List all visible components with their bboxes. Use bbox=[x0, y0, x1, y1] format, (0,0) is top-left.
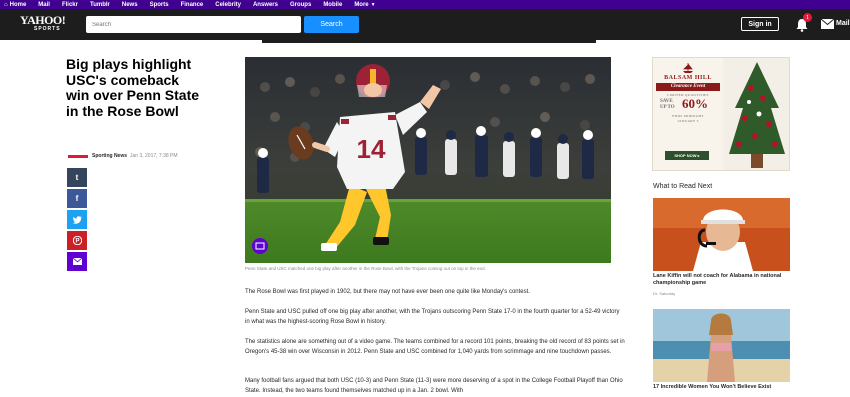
nav-news[interactable]: News bbox=[122, 2, 138, 8]
article-hero-image: 14 bbox=[245, 57, 611, 263]
article-paragraph: Many football fans argued that both USC … bbox=[245, 378, 623, 394]
story-thumbnail[interactable] bbox=[653, 198, 790, 271]
byline: Sporting News Jan 3, 2017, 7:38 PM bbox=[68, 153, 178, 159]
mail-icon[interactable] bbox=[821, 19, 834, 29]
nav-mail[interactable]: Mail bbox=[38, 2, 50, 8]
ad-date: JANUARY 3 bbox=[677, 119, 699, 123]
search-input[interactable] bbox=[86, 16, 301, 33]
christmas-tree-image bbox=[723, 58, 789, 170]
shop-now-button[interactable]: SHOP NOW ▸ bbox=[665, 151, 709, 160]
svg-text:P: P bbox=[75, 239, 79, 245]
publish-date: Jan 3, 2017, 7:38 PM bbox=[130, 153, 178, 159]
site-header: YAHOO! SPORTS Search Sign in 1 Mail bbox=[0, 9, 850, 40]
nav-celebrity[interactable]: Celebrity bbox=[215, 2, 241, 8]
share-twitter-button[interactable] bbox=[67, 210, 87, 229]
tumblr-icon: t bbox=[75, 173, 79, 182]
notification-badge: 1 bbox=[803, 13, 812, 22]
ad-save-label: SAVE UP TO bbox=[660, 99, 675, 110]
twitter-icon bbox=[72, 215, 82, 224]
article-paragraph: The statistics alone are something out o… bbox=[245, 339, 625, 355]
nav-mobile[interactable]: Mobile bbox=[323, 2, 342, 8]
nav-finance[interactable]: Finance bbox=[181, 2, 204, 8]
article-headline: Big plays highlight USC's comeback win o… bbox=[66, 56, 200, 119]
nav-tumblr[interactable]: Tumblr bbox=[90, 2, 110, 8]
share-facebook-button[interactable]: f bbox=[67, 189, 87, 208]
ad-event-banner: Clearance Event bbox=[656, 83, 720, 91]
email-icon bbox=[72, 258, 82, 265]
advertisement-balsam-hill[interactable]: BALSAM HILL Clearance Event LIMITED QUAN… bbox=[652, 57, 790, 171]
gallery-icon[interactable] bbox=[252, 238, 268, 254]
ad-brand: BALSAM HILL bbox=[664, 75, 712, 81]
mail-link[interactable]: Mail bbox=[836, 20, 850, 27]
image-caption: Penn State and USC matched one big play … bbox=[245, 266, 486, 271]
nav-more[interactable]: More ▼ bbox=[354, 2, 375, 8]
sign-in-button[interactable]: Sign in bbox=[741, 17, 779, 31]
search-button[interactable]: Search bbox=[304, 16, 359, 33]
ad-copy: BALSAM HILL Clearance Event LIMITED QUAN… bbox=[653, 58, 723, 170]
home-icon: ⌂ bbox=[4, 1, 8, 8]
nav-home[interactable]: ⌂ Home bbox=[4, 2, 26, 8]
chevron-down-icon: ▼ bbox=[370, 1, 376, 8]
yahoo-sports-logo[interactable]: YAHOO! SPORTS bbox=[20, 14, 66, 32]
pinterest-icon: P bbox=[72, 236, 82, 245]
story-title[interactable]: 17 Incredible Women You Won't Believe Ex… bbox=[653, 384, 790, 391]
nav-sports[interactable]: Sports bbox=[150, 2, 169, 8]
story-title[interactable]: Lane Kiffin will not coach for Alabama i… bbox=[653, 273, 790, 287]
story-source: Dr. Saturday bbox=[653, 291, 676, 296]
provider-logo[interactable] bbox=[68, 154, 88, 158]
header-divider bbox=[262, 40, 596, 43]
woman-beach-photo bbox=[653, 309, 790, 382]
article-paragraph: Penn State and USC pulled off one big pl… bbox=[245, 309, 620, 325]
nav-answers[interactable]: Answers bbox=[253, 2, 278, 8]
facebook-icon: f bbox=[75, 194, 79, 203]
author-name[interactable]: Sporting News bbox=[92, 153, 127, 159]
nav-flickr[interactable]: Flickr bbox=[62, 2, 78, 8]
rail-heading: What to Read Next bbox=[653, 183, 713, 190]
story-thumbnail[interactable] bbox=[653, 309, 790, 382]
article-paragraph: The Rose Bowl was first played in 1902, … bbox=[245, 289, 530, 295]
jersey-number: 14 bbox=[357, 134, 386, 164]
nav-groups[interactable]: Groups bbox=[290, 2, 311, 8]
football-player-photo: 14 bbox=[245, 57, 611, 263]
top-nav-bar: ⌂ Home Mail Flickr Tumblr News Sports Fin… bbox=[0, 0, 850, 9]
share-pinterest-button[interactable]: P bbox=[67, 231, 87, 250]
ad-percent: 60% bbox=[682, 96, 708, 111]
ad-ends: ENDS MIDNIGHT bbox=[672, 114, 704, 118]
ship-logo-icon bbox=[683, 63, 693, 73]
share-tumblr-button[interactable]: t bbox=[67, 168, 87, 187]
share-email-button[interactable] bbox=[67, 252, 87, 271]
coach-headset-photo bbox=[653, 198, 790, 271]
